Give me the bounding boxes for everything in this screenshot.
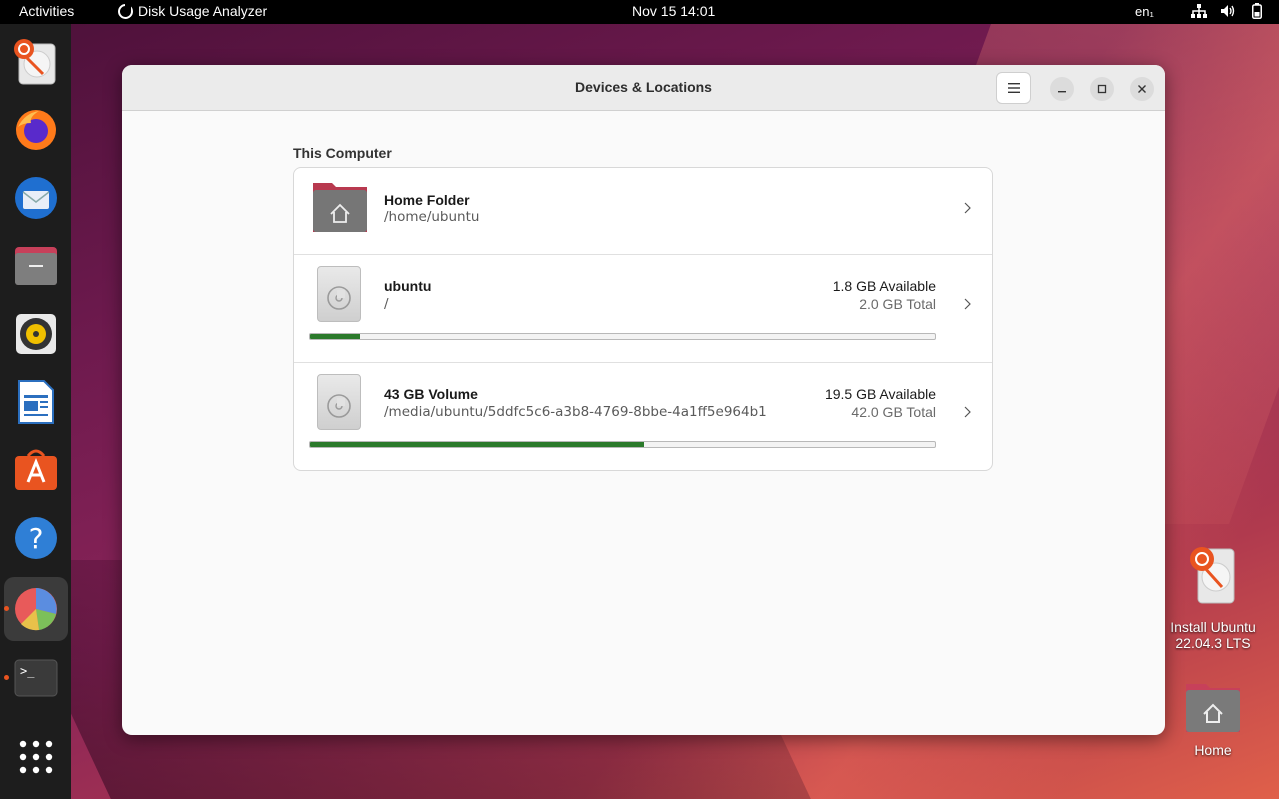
activities-button[interactable]: Activities [19, 3, 74, 19]
maximize-button[interactable] [1090, 77, 1114, 101]
chevron-right-icon [964, 202, 971, 214]
close-icon [1138, 85, 1146, 93]
desktop-icon-label: 22.04.3 LTS [1175, 635, 1251, 651]
firefox-icon [15, 109, 56, 150]
drive-icon [317, 374, 361, 430]
location-name: 43 GB Volume [384, 386, 478, 402]
location-name: Home Folder [384, 192, 470, 208]
desktop-icon-label: Home [1194, 742, 1232, 758]
input-language-indicator[interactable]: en₁ [1135, 4, 1154, 19]
volume-icon [1219, 2, 1236, 19]
main-menu-button[interactable] [996, 72, 1031, 104]
usage-bar [309, 333, 936, 340]
libreoffice-writer-icon [17, 379, 54, 424]
thunderbird-icon [14, 176, 57, 219]
desktop-home[interactable]: Home [1163, 680, 1263, 758]
chevron-right-icon [964, 298, 971, 310]
app-menu[interactable]: Disk Usage Analyzer [118, 3, 267, 19]
app-grid-icon [19, 740, 52, 773]
dock-item-terminal[interactable]: >_ [12, 654, 59, 701]
network-icon [1190, 2, 1207, 19]
usage-bar-fill [310, 442, 645, 447]
locations-list: Home Folder /home/ubuntu ubuntu / 1.8 GB… [293, 167, 993, 471]
location-row-volume[interactable]: 43 GB Volume /media/ubuntu/5ddfc5c6-a3b8… [294, 363, 992, 471]
disk-usage-icon [118, 3, 133, 19]
available-space: 1.8 GB Available [832, 278, 936, 294]
minimize-button[interactable] [1050, 77, 1074, 101]
home-folder-icon [313, 183, 367, 232]
drive-icon [317, 266, 361, 322]
dock-item-software[interactable] [12, 446, 59, 493]
maximize-icon [1097, 84, 1107, 94]
dock-item-firefox[interactable] [12, 106, 59, 153]
help-icon: ? [14, 516, 57, 559]
running-indicator [4, 675, 9, 680]
desktop-install-ubuntu[interactable]: Install Ubuntu 22.04.3 LTS [1163, 545, 1263, 651]
location-path: /home/ubuntu [384, 209, 480, 225]
section-heading: This Computer [293, 145, 392, 161]
location-name: ubuntu [384, 278, 432, 294]
show-applications-button[interactable] [12, 733, 59, 780]
header-bar: Devices & Locations [122, 65, 1165, 111]
close-button[interactable] [1130, 77, 1154, 101]
clock[interactable]: Nov 15 14:01 [632, 3, 715, 19]
total-space: 2.0 GB Total [859, 296, 936, 312]
dock-item-thunderbird[interactable] [12, 174, 59, 221]
hamburger-icon [1007, 83, 1020, 93]
location-path: / [384, 296, 389, 312]
dock-item-writer[interactable] [12, 378, 59, 425]
dock-item-rhythmbox[interactable] [12, 310, 59, 357]
location-row-ubuntu[interactable]: ubuntu / 1.8 GB Available 2.0 GB Total [294, 255, 992, 363]
ubuntu-software-icon [14, 449, 57, 490]
files-icon [14, 246, 57, 285]
available-space: 19.5 GB Available [824, 386, 936, 402]
running-indicator [4, 606, 9, 611]
dock-item-disk-usage-analyzer[interactable] [4, 577, 68, 641]
usage-bar [309, 441, 936, 448]
minimize-icon [1058, 91, 1066, 93]
rhythmbox-icon [15, 313, 56, 354]
desktop-icon-label: Install Ubuntu [1170, 619, 1256, 635]
total-space: 42.0 GB Total [851, 404, 936, 420]
chevron-right-icon [964, 406, 971, 418]
disk-usage-analyzer-icon [15, 588, 57, 631]
home-folder-icon [1186, 684, 1240, 732]
install-ubuntu-icon [1190, 547, 1235, 604]
location-row-home[interactable]: Home Folder /home/ubuntu [294, 168, 992, 255]
dock-item-files[interactable] [12, 242, 59, 289]
battery-icon [1248, 2, 1265, 19]
dock-item-install-ubuntu[interactable] [12, 38, 59, 85]
svg-text:>_: >_ [20, 664, 35, 678]
dock-item-help[interactable]: ? [12, 514, 59, 561]
terminal-icon: >_ [14, 659, 57, 696]
usage-bar-fill [310, 334, 360, 339]
top-bar: Activities Disk Usage Analyzer Nov 15 14… [0, 0, 1279, 24]
svg-text:?: ? [28, 522, 43, 555]
app-menu-label: Disk Usage Analyzer [138, 3, 268, 19]
disk-usage-window: Devices & Locations This Computer Home F… [122, 65, 1165, 735]
system-tray[interactable] [1190, 2, 1265, 19]
dock: ? >_ [0, 24, 71, 799]
install-ubuntu-icon [13, 38, 55, 84]
location-path: /media/ubuntu/5ddfc5c6-a3b8-4769-8bbe-4a… [384, 404, 767, 420]
